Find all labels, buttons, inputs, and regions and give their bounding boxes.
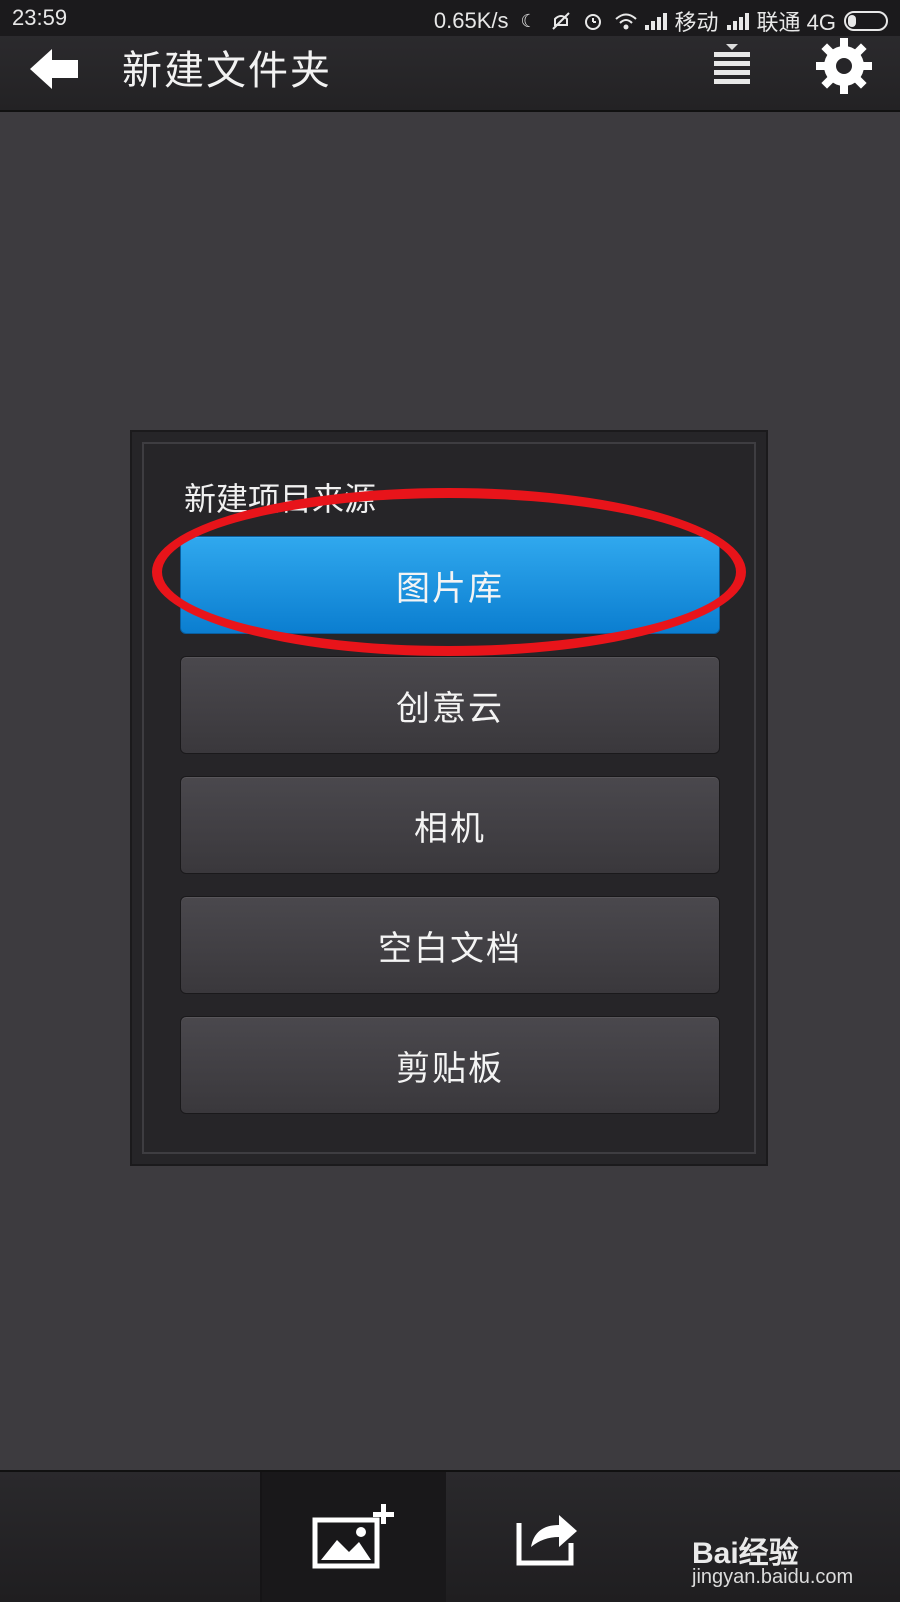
dialog-frame: 新建项目来源 图片库 创意云 相机 空白文档 剪贴板 — [142, 442, 756, 1154]
settings-button[interactable] — [814, 36, 874, 96]
option-camera[interactable]: 相机 — [180, 776, 720, 874]
back-button[interactable] — [26, 44, 86, 94]
share-icon — [516, 1515, 577, 1566]
gear-icon — [816, 38, 872, 94]
menu-icon — [714, 44, 750, 84]
option-creative-cloud[interactable]: 创意云 — [180, 656, 720, 754]
carrier-1: 移动 — [674, 10, 719, 35]
carrier-2: 联通 4G — [756, 10, 836, 35]
page-title: 新建文件夹 — [122, 48, 332, 94]
dialog-title: 新建项目来源 — [184, 480, 377, 518]
status-bar: 23:59 0.65K/s ☾ 移动 联通 4G — [0, 0, 900, 36]
back-arrow-icon — [30, 49, 78, 89]
option-blank-document[interactable]: 空白文档 — [180, 896, 720, 994]
toolbar-empty-slot — [0, 1472, 262, 1602]
status-time: 23:59 — [12, 5, 68, 30]
menu-button[interactable] — [712, 42, 752, 92]
option-clipboard[interactable]: 剪贴板 — [180, 1016, 720, 1114]
signal-icon — [644, 12, 667, 30]
app-header: 新建文件夹 — [0, 36, 900, 112]
moon-icon: ☾ — [520, 11, 537, 31]
watermark-url: jingyan.baidu.com — [692, 1566, 854, 1588]
add-image-button[interactable] — [262, 1472, 446, 1602]
mute-icon — [549, 11, 573, 31]
option-photo-library[interactable]: 图片库 — [180, 536, 720, 634]
status-icons: 0.65K/s ☾ 移动 联通 4G — [434, 5, 888, 37]
battery-icon — [844, 11, 888, 31]
network-speed: 0.65K/s — [433, 8, 509, 33]
wifi-icon — [613, 11, 637, 31]
add-image-icon — [312, 1504, 394, 1569]
new-project-source-dialog: 新建项目来源 图片库 创意云 相机 空白文档 剪贴板 — [130, 430, 768, 1166]
signal-icon — [726, 12, 749, 30]
alarm-icon — [581, 11, 605, 31]
share-button[interactable] — [448, 1472, 648, 1602]
